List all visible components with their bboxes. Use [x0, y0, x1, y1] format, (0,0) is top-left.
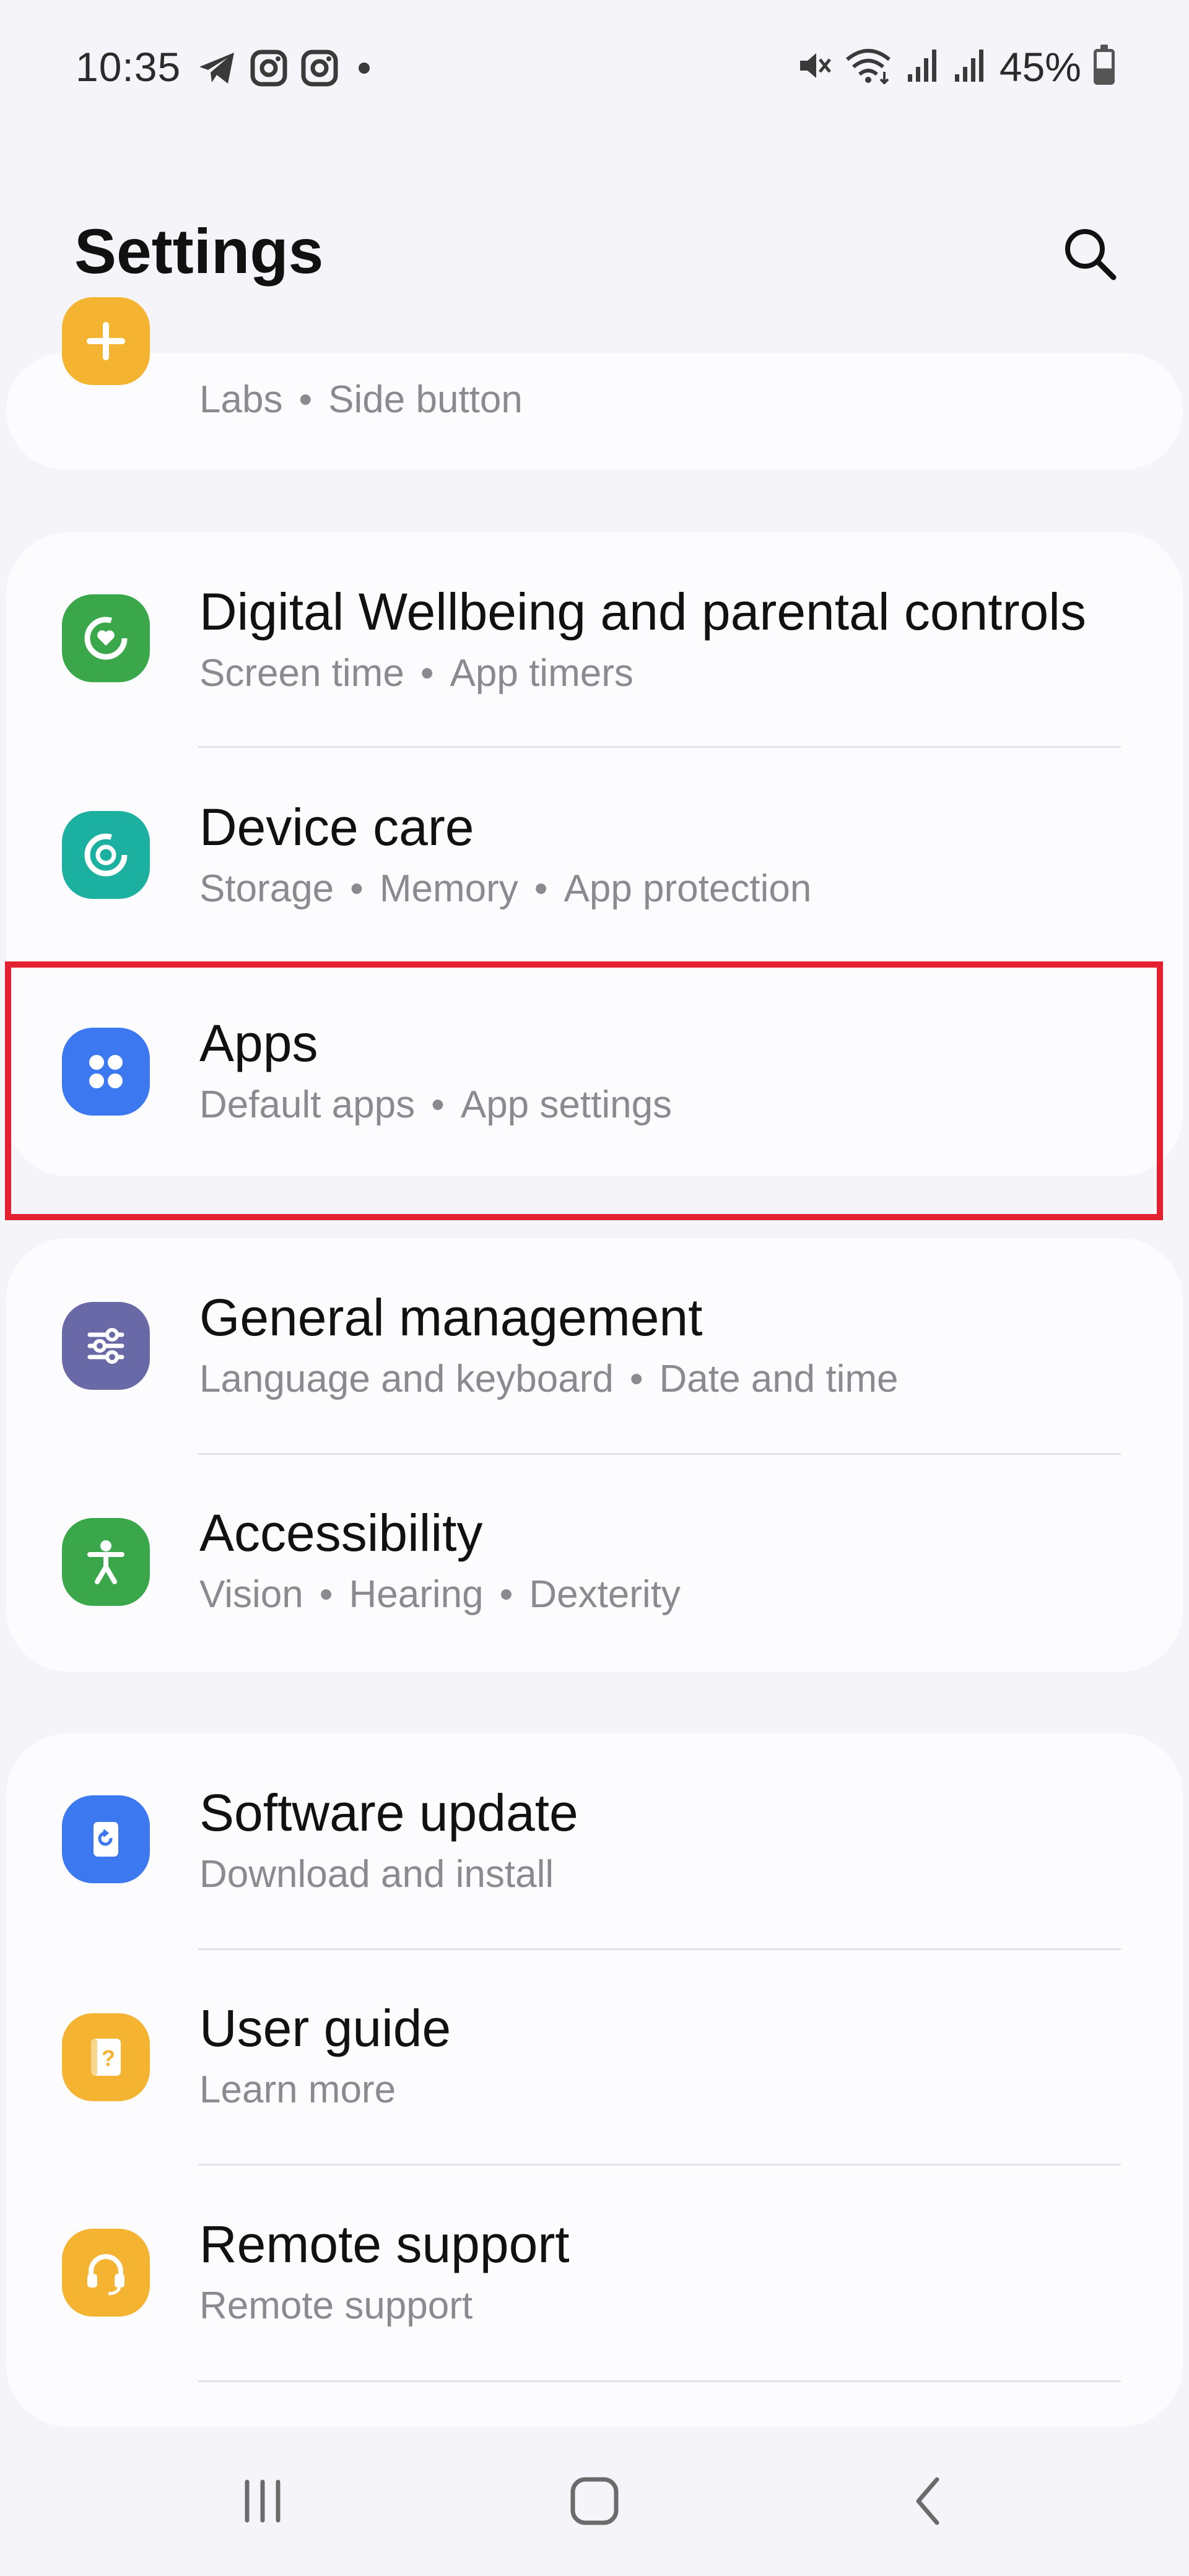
settings-group-general: General management Language and keyboard…	[6, 1238, 1183, 1672]
settings-item-title: Digital Wellbeing and parental controls	[199, 583, 1086, 641]
settings-item-title: Remote support	[199, 2215, 570, 2273]
settings-screen: 10:35 45% Settings Labs • Side button Di…	[0, 0, 1189, 2576]
page-title: Settings	[74, 216, 324, 287]
settings-item-title: Software update	[199, 1784, 578, 1842]
settings-item-title: Device care	[199, 798, 474, 856]
back-icon	[916, 2477, 939, 2525]
settings-item-software-update[interactable]: Software update Download and install	[6, 1733, 1183, 1949]
accessibility-icon	[62, 1518, 150, 1606]
settings-item-subtitle: Screen time • App timers	[199, 652, 634, 695]
remote-support-icon	[62, 2229, 150, 2317]
search-button[interactable]	[1053, 217, 1127, 291]
settings-group-advanced: Labs • Side button	[6, 297, 1183, 469]
advanced-features-icon	[62, 297, 150, 385]
software-update-icon	[62, 1795, 150, 1883]
status-time: 10:35	[76, 44, 181, 90]
settings-item-subtitle: Learn more	[199, 2068, 396, 2111]
settings-item-title: Apps	[199, 1014, 318, 1072]
settings-item-subtitle: Vision • Hearing • Dexterity	[199, 1573, 681, 1616]
settings-item-subtitle: Remote support	[199, 2284, 473, 2327]
settings-item-title: User guide	[199, 1999, 451, 2057]
settings-item-digital-wellbeing[interactable]: Digital Wellbeing and parental controls …	[6, 532, 1183, 748]
telegram-icon	[198, 50, 237, 89]
settings-item-title: General management	[199, 1288, 703, 1347]
divider	[198, 2380, 1121, 2382]
notification-dot-icon	[352, 56, 377, 84]
wifi-icon	[845, 47, 893, 87]
settings-item-subtitle: Download and install	[199, 1853, 554, 1896]
device-care-icon	[62, 811, 150, 899]
settings-group-support: Software update Download and install ? U…	[6, 1733, 1183, 2427]
home-button[interactable]	[533, 2452, 656, 2551]
apps-icon	[62, 1028, 150, 1116]
digital-wellbeing-icon	[62, 594, 150, 682]
system-icons: 45%	[795, 43, 1115, 90]
mute-icon	[795, 47, 832, 87]
settings-item-accessibility[interactable]: Accessibility Vision • Hearing • Dexterity	[6, 1454, 1183, 1669]
settings-item-subtitle: Labs • Side button	[199, 378, 523, 421]
battery-percentage: 45%	[999, 44, 1081, 90]
settings-item-subtitle: Default apps • App settings	[199, 1083, 673, 1126]
settings-item-advanced-features[interactable]: Labs • Side button	[6, 297, 1183, 469]
instagram-icon	[301, 50, 338, 90]
settings-item-title: Accessibility	[199, 1504, 483, 1562]
settings-item-device-care[interactable]: Device care Storage • Memory • App protectio…	[6, 748, 1183, 963]
signal-icon	[952, 47, 987, 87]
settings-item-apps[interactable]: Apps Default apps • App settings	[6, 964, 1183, 1179]
instagram-icon	[250, 50, 287, 90]
settings-item-general-management[interactable]: General management Language and keyboard…	[6, 1238, 1183, 1454]
recents-icon	[245, 2479, 281, 2523]
search-icon	[1065, 229, 1117, 280]
notification-icons	[198, 50, 377, 90]
settings-item-remote-support[interactable]: Remote support Remote support	[6, 2165, 1183, 2380]
settings-item-user-guide[interactable]: ? User guide Learn more	[6, 1949, 1183, 2164]
settings-item-subtitle: Storage • Memory • App protection	[199, 867, 812, 910]
general-management-icon	[62, 1302, 150, 1390]
user-guide-icon: ?	[62, 2013, 150, 2101]
status-bar: 10:35 45%	[0, 37, 1189, 99]
back-button[interactable]	[867, 2452, 991, 2551]
signal-icon	[905, 47, 940, 87]
settings-group-device: Digital Wellbeing and parental controls …	[6, 532, 1183, 1176]
settings-item-subtitle: Language and keyboard • Date and time	[199, 1358, 899, 1400]
battery-icon	[1094, 45, 1115, 85]
navigation-bar	[0, 2452, 1189, 2575]
recents-button[interactable]	[201, 2452, 324, 2551]
home-icon	[570, 2477, 619, 2525]
svg-text:?: ?	[102, 2045, 115, 2071]
